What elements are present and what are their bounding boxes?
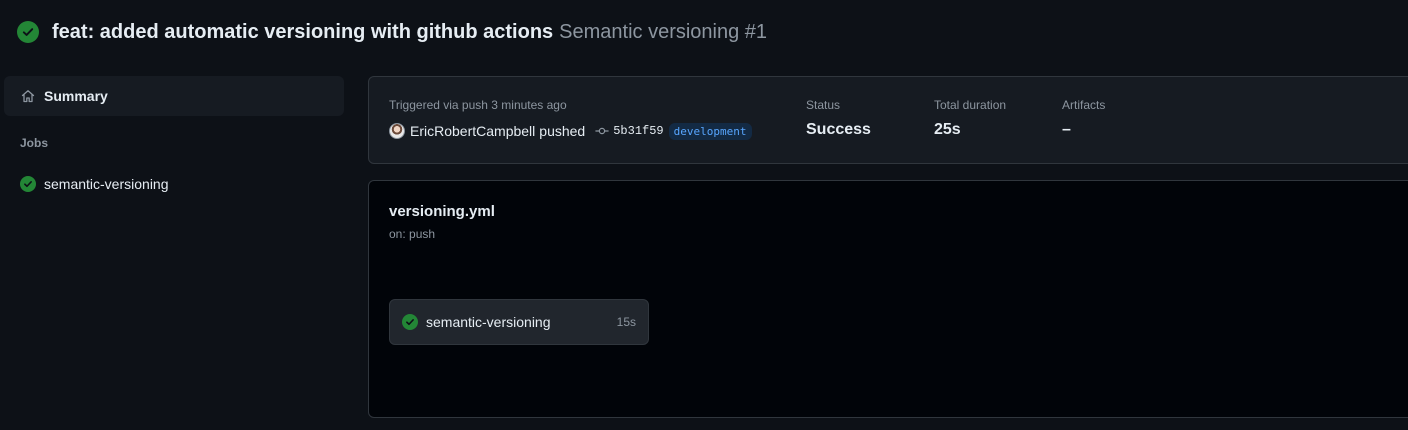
duration-value: 25s [934,121,961,138]
action-text: pushed [539,123,586,139]
run-title: feat: added automatic versioning with gi… [52,20,554,43]
job-card-name: semantic-versioning [426,314,551,330]
run-info-panel: Triggered via push 3 minutes ago EricRob… [368,76,1408,164]
jobs-heading: Jobs [20,136,49,150]
artifacts-label: Artifacts [1062,98,1106,112]
check-circle-icon [402,314,418,330]
check-circle-icon [20,176,36,192]
check-circle-icon [17,21,39,43]
run-subtitle: Semantic versioning #1 [559,20,768,43]
commit-sha-link[interactable]: 5b31f59 [613,124,663,138]
actor-link[interactable]: EricRobertCampbell [410,123,535,139]
job-card-semantic-versioning[interactable]: semantic-versioning 15s [389,299,649,345]
home-icon [20,88,36,104]
workflow-trigger: on: push [389,227,436,241]
trigger-row: EricRobertCampbell pushed 5b31f59 develo… [389,121,752,141]
sidebar-item-summary[interactable]: Summary [4,76,344,116]
avatar[interactable] [389,123,405,139]
sidebar-item-semantic-versioning[interactable]: semantic-versioning [20,174,169,194]
sidebar-item-label: Summary [44,88,108,104]
trigger-label: Triggered via push 3 minutes ago [389,98,567,112]
duration-label: Total duration [934,98,1007,112]
status-label: Status [806,98,841,112]
job-card-duration: 15s [616,315,636,329]
artifacts-value: – [1062,121,1071,138]
commit-icon [595,124,609,138]
sidebar: Summary Jobs semantic-versioning [4,76,344,192]
status-value: Success [806,121,871,138]
run-header: feat: added automatic versioning with gi… [17,18,767,46]
sidebar-item-label: semantic-versioning [44,176,169,192]
workflow-file-name[interactable]: versioning.yml [389,203,495,220]
workflow-graph-panel: versioning.yml on: push semantic-version… [368,180,1408,418]
branch-badge[interactable]: development [668,122,752,140]
